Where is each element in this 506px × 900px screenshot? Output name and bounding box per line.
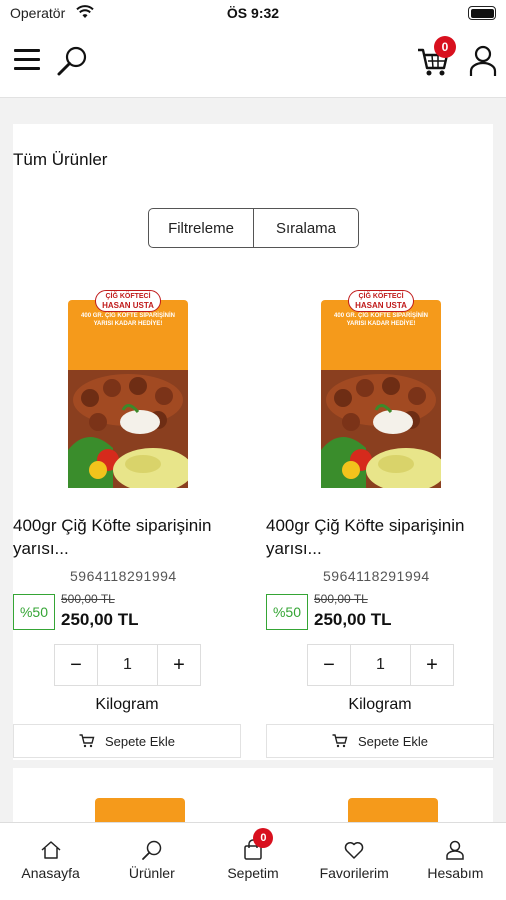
add-to-cart-label: Sepete Ekle [357,733,429,749]
search-icon [141,840,162,860]
nav-label-products: Ürünler [128,865,175,881]
product-list-card: Tüm Ürünler Filtreleme Sıralama ÇİĞ KÖFT… [13,124,494,760]
old-price: 500,00 TL [314,592,368,606]
product-image[interactable]: ÇİĞ KÖFTECİ HASAN USTA 400 GR. ÇİĞ KÖFTE… [321,290,441,498]
menu-icon[interactable] [14,49,40,73]
nav-label-home: Anasayfa [21,865,80,881]
nav-item-account[interactable]: Hesabım [405,823,506,900]
add-to-cart-button[interactable]: Sepete Ekle [13,724,241,758]
promo-text: 400 GR. ÇİĞ KÖFTE SİPARİŞİNİN YARISI KAD… [334,313,428,327]
quantity-value[interactable]: 1 [350,645,411,685]
unit-label: Kilogram [95,696,159,713]
heart-icon [344,842,364,859]
nav-item-home[interactable]: Anasayfa [0,823,101,900]
nav-label-account: Hesabım [427,865,484,881]
quantity-stepper: − 1 + [54,644,201,686]
old-price: 500,00 TL [61,592,115,606]
home-icon [41,841,61,859]
promo-text: 400 GR. ÇİĞ KÖFTE SİPARİŞİNİN YARISI KAD… [81,313,175,327]
product-list-next-row [13,768,493,828]
page-title: Tüm Ürünler [13,150,108,169]
increase-button[interactable]: + [411,645,453,685]
sort-button[interactable]: Sıralama [253,209,358,247]
brand-logo: ÇİĞ KÖFTECİ HASAN USTA [95,290,161,312]
nav-item-products[interactable]: Ürünler [101,823,202,900]
decrease-button[interactable]: − [308,645,350,685]
battery-icon [468,6,496,20]
nav-label-cart: Sepetim [227,865,279,881]
add-to-cart-button[interactable]: Sepete Ekle [266,724,494,758]
product-code: 5964118291994 [70,568,177,584]
nav-item-favorites[interactable]: Favorilerim [304,823,405,900]
discount-badge: %50 [266,594,308,630]
cart-icon [332,734,348,748]
brand-logo: ÇİĞ KÖFTECİ HASAN USTA [348,290,414,312]
product-card: ÇİĞ KÖFTECİ HASAN USTA 400 GR. ÇİĞ KÖFTE… [13,284,253,760]
cart-badge: 0 [253,828,274,848]
cart-count-badge: 0 [434,36,456,58]
user-icon [446,840,465,860]
nav-item-cart[interactable]: Sepetim 0 [202,823,303,900]
discount-badge: %50 [13,594,55,630]
decrease-button[interactable]: − [55,645,97,685]
filter-button[interactable]: Filtreleme [149,209,253,247]
product-name[interactable]: 400gr Çiğ Köfte siparişinin yarısı... [13,514,241,558]
nav-label-favorites: Favorilerim [319,865,389,881]
product-image[interactable]: ÇİĞ KÖFTECİ HASAN USTA 400 GR. ÇİĞ KÖFTE… [68,290,188,498]
quantity-stepper: − 1 + [307,644,454,686]
unit-label: Kilogram [348,696,412,713]
increase-button[interactable]: + [158,645,200,685]
app-header: 0 [0,28,506,98]
product-card: ÇİĞ KÖFTECİ HASAN USTA 400 GR. ÇİĞ KÖFTE… [266,284,506,760]
quantity-value[interactable]: 1 [97,645,158,685]
add-to-cart-label: Sepete Ekle [104,733,176,749]
product-name[interactable]: 400gr Çiğ Köfte siparişinin yarısı... [266,514,494,558]
user-icon[interactable] [468,44,498,78]
new-price: 250,00 TL [314,610,392,629]
status-bar: Operatör ÖS 9:32 [0,0,506,28]
bottom-navigation: Anasayfa Ürünler Sepetim 0 Favorilerim H… [0,822,506,900]
filter-sort-control: Filtreleme Sıralama [148,208,359,248]
status-time: ÖS 9:32 [226,5,280,21]
product-code: 5964118291994 [323,568,430,584]
search-icon[interactable] [56,44,90,78]
cart-icon [79,734,95,748]
new-price: 250,00 TL [61,610,139,629]
